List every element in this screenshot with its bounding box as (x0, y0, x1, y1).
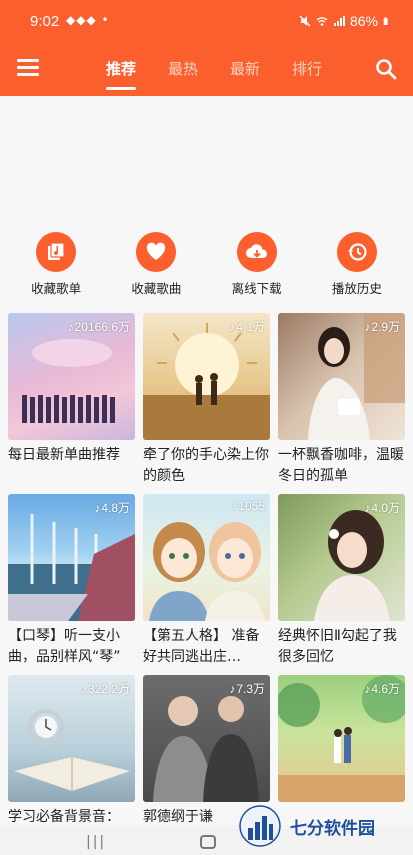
playlist-cover: ♪20166.6万 (8, 313, 135, 440)
action-label: 离线下载 (231, 281, 282, 296)
quick-actions: 收藏歌单 收藏歌曲 离线下载 播放历史 (0, 232, 413, 302)
mute-icon (299, 15, 311, 27)
playlist-card[interactable]: ♪4.8万 【口琴】听一支小曲，品别样风“琴” (8, 494, 135, 670)
playlist-cover: ♪1055 (143, 494, 270, 621)
play-count: ♪1055 (231, 499, 265, 513)
music-note-icon: ♪ (94, 501, 101, 515)
playlist-cover: ♪4.8万 (8, 494, 135, 621)
play-count: ♪7.3万 (229, 682, 265, 696)
play-count: ♪4.0万 (364, 501, 400, 515)
music-note-icon: ♪ (229, 682, 236, 696)
music-note-icon: ♪ (364, 501, 371, 515)
play-count: ♪4.1万 (229, 320, 265, 334)
status-bar: 9:02 ◆◆◆ • 86% (0, 0, 413, 48)
playlist-title: 经典怀旧Ⅱ勾起了我很多回忆 (278, 628, 397, 665)
music-note-icon: ♪ (231, 499, 238, 513)
playlist-icon (36, 232, 77, 272)
battery-level: 86% (349, 13, 378, 29)
action-play-history[interactable]: 播放历史 (312, 232, 402, 302)
signal-icon (333, 16, 345, 26)
tab-bar: 推荐 最热 最新 排行 (90, 48, 338, 96)
playlist-cover: ♪322.2万 (8, 675, 135, 802)
music-note-icon: ♪ (80, 682, 87, 696)
playlist-cover: ♪2.9万 (278, 313, 405, 440)
action-collected-songs[interactable]: 收藏歌曲 (111, 232, 201, 302)
music-note-icon: ♪ (364, 320, 371, 334)
playlist-cover: ♪4.0万 (278, 494, 405, 621)
tab-hottest[interactable]: 最热 (152, 48, 214, 96)
status-right: 86% (299, 13, 391, 29)
playlist-title: 每日最新单曲推荐 (8, 447, 120, 463)
recents-icon[interactable]: ||| (86, 834, 106, 850)
banner-area (0, 96, 413, 226)
app-bar: 推荐 最热 最新 排行 (0, 48, 413, 96)
playlist-cover: ♪7.3万 (143, 675, 270, 802)
playlist-title: 一杯飘香咖啡，温暖冬日的孤单 (278, 447, 404, 484)
play-count: ♪20166.6万 (67, 320, 130, 334)
watermark: 七分软件园 (238, 798, 408, 854)
battery-icon (383, 17, 388, 25)
history-icon (336, 232, 377, 272)
notification-icons: ◆◆◆ • (66, 13, 110, 27)
home-icon[interactable] (200, 835, 216, 849)
status-time: 9:02 (30, 13, 60, 30)
playlist-card[interactable]: ♪20166.6万 每日最新单曲推荐 (8, 313, 135, 489)
playlist-card[interactable]: ♪1055 【第五人格】 准备好共同逃出庄… (143, 494, 270, 670)
playlist-title: 【口琴】听一支小曲，品别样风“琴” (8, 628, 121, 665)
play-count: ♪4.6万 (364, 682, 400, 696)
playlist-title: 【第五人格】 准备好共同逃出庄… (143, 628, 260, 665)
search-icon[interactable] (375, 58, 397, 80)
music-note-icon: ♪ (67, 320, 74, 334)
tab-recommend[interactable]: 推荐 (90, 48, 152, 96)
music-note-icon: ♪ (364, 682, 371, 696)
action-offline-download[interactable]: 离线下载 (212, 232, 302, 302)
app-header: 9:02 ◆◆◆ • 86% 推荐 最热 最新 排行 (0, 0, 413, 96)
menu-icon[interactable] (17, 59, 39, 81)
playlist-title: 牵了你的手心染上你的颜色 (143, 447, 269, 484)
heart-icon (136, 232, 177, 272)
music-note-icon: ♪ (229, 320, 236, 334)
watermark-logo-icon (239, 805, 281, 847)
watermark-text: 七分软件园 (290, 818, 375, 839)
action-label: 播放历史 (331, 281, 382, 296)
cloud-download-icon (236, 232, 277, 272)
tab-ranking[interactable]: 排行 (276, 48, 338, 96)
action-label: 收藏歌单 (31, 281, 82, 296)
play-count: ♪4.8万 (94, 501, 130, 515)
action-collected-playlists[interactable]: 收藏歌单 (11, 232, 101, 302)
tab-newest[interactable]: 最新 (214, 48, 276, 96)
wifi-icon (316, 17, 328, 26)
action-label: 收藏歌曲 (131, 281, 182, 296)
playlist-card[interactable]: ♪4.0万 经典怀旧Ⅱ勾起了我很多回忆 (278, 494, 405, 670)
playlist-cover: ♪4.6万 (278, 675, 405, 802)
playlist-cover: ♪4.1万 (143, 313, 270, 440)
play-count: ♪2.9万 (364, 320, 400, 334)
playlist-card[interactable]: ♪4.1万 牵了你的手心染上你的颜色 (143, 313, 270, 489)
play-count: ♪322.2万 (80, 682, 130, 696)
playlist-card[interactable]: ♪2.9万 一杯飘香咖啡，温暖冬日的孤单 (278, 313, 405, 489)
